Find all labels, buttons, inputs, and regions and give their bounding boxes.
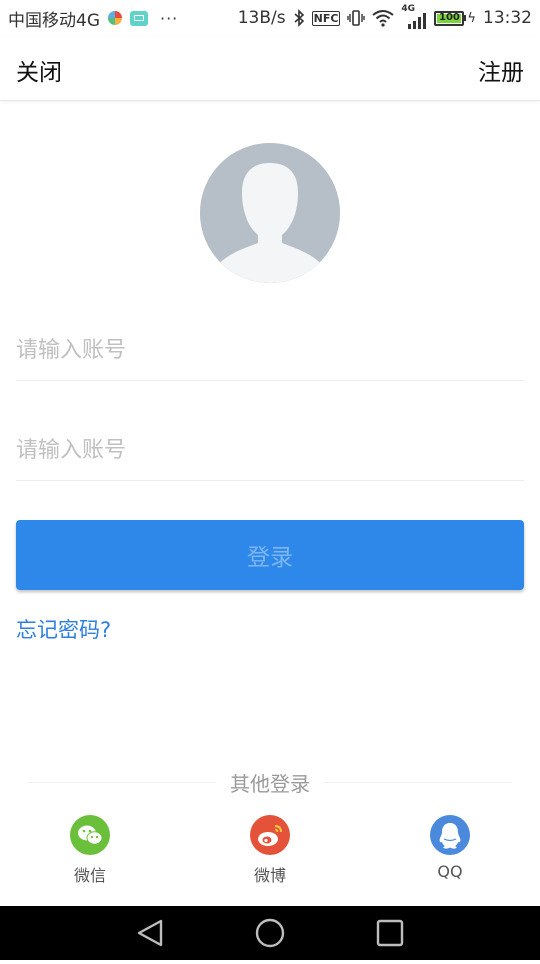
status-right: 13B/s NFC 4G 100 ϟ 13:32 — [238, 0, 532, 36]
weibo-icon — [250, 815, 290, 855]
register-button[interactable]: 注册 — [478, 36, 524, 100]
other-login-title: 其他登录 — [0, 768, 540, 797]
bluetooth-icon — [294, 9, 304, 27]
clock: 13:32 — [483, 8, 532, 28]
weibo-label: 微博 — [253, 866, 286, 885]
back-icon — [137, 919, 163, 947]
status-bar: 中国移动4G ··· 13B/s NFC 4G 100 ϟ 13:32 — [0, 0, 540, 36]
carrier-label: 中国移动4G — [8, 10, 100, 31]
home-icon — [255, 918, 285, 948]
more-notifications-icon: ··· — [160, 8, 179, 28]
login-button[interactable]: 登录 — [16, 520, 524, 590]
recent-apps-icon — [376, 919, 404, 947]
close-button[interactable]: 关闭 — [16, 36, 62, 100]
vibrate-icon — [347, 10, 366, 26]
qq-icon — [430, 815, 470, 855]
back-button[interactable] — [120, 906, 180, 960]
wechat-label: 微信 — [73, 866, 106, 885]
mail-notification-icon — [130, 10, 148, 26]
default-user-icon — [200, 143, 340, 283]
other-login-title-text: 其他登录 — [216, 772, 324, 796]
system-nav-bar — [0, 906, 540, 960]
avatar — [200, 143, 340, 283]
top-nav-bar: 关闭 注册 — [0, 36, 540, 101]
password-input[interactable] — [16, 420, 524, 481]
account-input[interactable] — [16, 320, 524, 381]
app-notification-icon — [108, 11, 122, 25]
weibo-login-button[interactable]: 微博 — [210, 815, 330, 886]
charging-icon: ϟ — [467, 10, 476, 26]
status-left: 中国移动4G ··· — [8, 0, 178, 36]
forgot-password-link[interactable]: 忘记密码? — [16, 614, 111, 644]
home-button[interactable] — [240, 906, 300, 960]
net-speed: 13B/s — [237, 8, 286, 28]
recent-apps-button[interactable] — [360, 906, 420, 960]
qq-label: QQ — [437, 862, 463, 881]
signal-icon — [408, 13, 427, 29]
qq-login-button[interactable]: QQ — [390, 815, 510, 881]
wifi-icon — [372, 10, 395, 27]
wechat-login-button[interactable]: 微信 — [30, 815, 150, 886]
nfc-icon: NFC — [311, 10, 341, 26]
wechat-icon — [70, 815, 110, 855]
battery-icon: 100 ϟ — [434, 10, 476, 26]
battery-level: 100 — [438, 11, 460, 23]
signal-group: 4G — [401, 4, 427, 29]
